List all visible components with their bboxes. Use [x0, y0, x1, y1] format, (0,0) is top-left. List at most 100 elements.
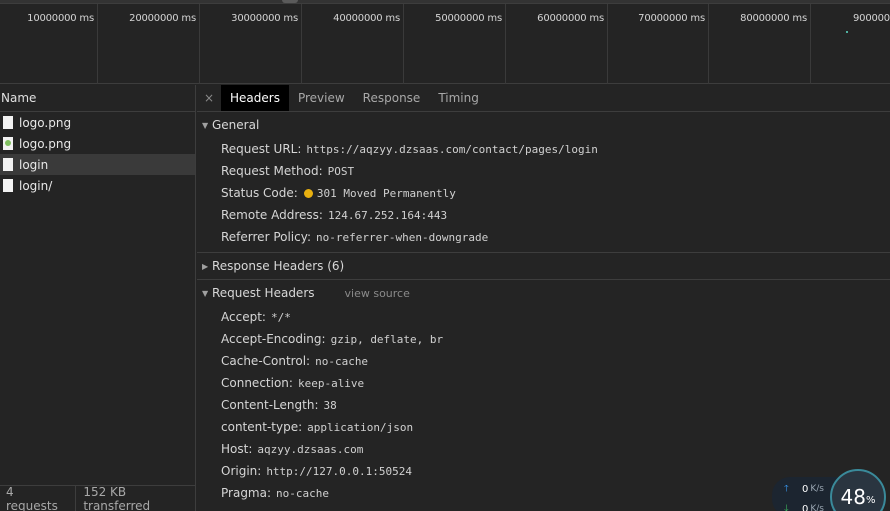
file-icon: [3, 116, 13, 129]
network-speed-widget[interactable]: 🡑 0 K/s 🡓 0 K/s 48%: [772, 469, 890, 511]
header-row: Request Method: POST: [197, 160, 890, 182]
header-value: gzip, deflate, br: [330, 332, 444, 346]
header-value: keep-alive: [297, 376, 365, 390]
close-icon[interactable]: ×: [197, 85, 221, 111]
memory-usage-ring[interactable]: 48%: [830, 469, 886, 511]
header-key: Request Method:: [221, 164, 323, 178]
triangle-down-icon: ▼: [202, 288, 209, 298]
timeline-tick: 50000000 ms: [404, 4, 506, 84]
header-row: Accept: */*: [197, 306, 890, 328]
header-row: Host: aqzyy.dzsaas.com: [197, 438, 890, 460]
header-key: Host:: [221, 442, 253, 456]
header-value: no-cache: [315, 354, 369, 368]
header-value: */*: [270, 310, 291, 324]
timeline-scroll-handle[interactable]: [282, 0, 298, 3]
timeline-tick: 30000000 ms: [200, 4, 302, 84]
request-headers-toggle[interactable]: ▼ Request Headers view source: [197, 280, 890, 306]
tick-label: 50000000 ms: [435, 13, 502, 24]
general-section-toggle[interactable]: ▼ General: [197, 112, 890, 138]
header-row: Accept-Encoding: gzip, deflate, br: [197, 328, 890, 350]
header-value: application/json: [307, 420, 414, 434]
header-row: Connection: keep-alive: [197, 372, 890, 394]
tick-label: 9000000: [853, 13, 890, 24]
timeline-overview[interactable]: 10000000 ms 20000000 ms 30000000 ms 4000…: [0, 0, 890, 84]
timeline-tick: 40000000 ms: [302, 4, 404, 84]
section-title: Response Headers (6): [212, 259, 345, 273]
file-icon: [3, 179, 13, 192]
section-title: Request Headers: [212, 286, 315, 300]
request-headers-section: ▼ Request Headers view source Accept: */*…: [197, 280, 890, 504]
header-row: Remote Address: 124.67.252.164:443: [197, 204, 890, 226]
request-row[interactable]: logo.png: [0, 133, 195, 154]
transferred-size: 152 KB transferred: [83, 484, 151, 511]
header-value: https://aqzyy.dzsaas.com/contact/pages/l…: [306, 142, 598, 156]
header-key: content-type:: [221, 420, 303, 434]
response-headers-section: ▶ Response Headers (6): [197, 253, 890, 280]
header-key: Status Code:: [221, 186, 298, 200]
tick-label: 30000000 ms: [231, 13, 298, 24]
section-title: General: [212, 118, 260, 132]
divider: [75, 485, 77, 511]
arrow-up-icon: 🡑: [784, 484, 789, 494]
header-value: aqzyy.dzsaas.com: [257, 442, 364, 456]
header-value: no-referrer-when-downgrade: [316, 230, 489, 244]
tick-label: 10000000 ms: [27, 13, 94, 24]
request-name: login: [19, 157, 49, 172]
header-key: Referrer Policy:: [221, 230, 311, 244]
header-key: Remote Address:: [221, 208, 323, 222]
tab-timing[interactable]: Timing: [429, 85, 488, 111]
timeline-tick: 20000000 ms: [98, 4, 200, 84]
header-key: Accept:: [221, 310, 266, 324]
header-key: Origin:: [221, 464, 262, 478]
timeline-request-marker: [846, 31, 848, 33]
detail-tabs: × Headers Preview Response Timing: [197, 85, 890, 112]
header-key: Pragma:: [221, 486, 272, 500]
request-detail-panel: × Headers Preview Response Timing ▼ Gene…: [197, 85, 890, 511]
timeline-tick: 60000000 ms: [506, 4, 608, 84]
tick-label: 40000000 ms: [333, 13, 400, 24]
header-row: Content-Length: 38: [197, 394, 890, 416]
arrow-down-icon: 🡓: [784, 504, 789, 511]
status-code-value: 301 Moved Permanently: [316, 186, 456, 200]
percent-sign: %: [865, 494, 876, 506]
header-key: Content-Length:: [221, 398, 319, 412]
header-key: Request URL:: [221, 142, 302, 156]
request-list-panel: Name logo.png logo.png login login/ 4 re…: [0, 85, 196, 511]
response-headers-toggle[interactable]: ▶ Response Headers (6): [197, 253, 890, 279]
timeline-tick: 80000000 ms: [709, 4, 811, 84]
tick-label: 80000000 ms: [740, 13, 807, 24]
request-row[interactable]: login/: [0, 175, 195, 196]
header-key: Cache-Control:: [221, 354, 311, 368]
speed-unit: K/s: [810, 484, 824, 494]
tab-preview[interactable]: Preview: [289, 85, 354, 111]
header-row: content-type: application/json: [197, 416, 890, 438]
header-value: no-cache: [276, 486, 329, 500]
header-key: Connection:: [221, 376, 293, 390]
request-row-selected[interactable]: login: [0, 154, 195, 175]
header-row: Request URL: https://aqzyy.dzsaas.com/co…: [197, 138, 890, 160]
download-speed: 🡓 0 K/s: [784, 501, 824, 511]
speed-unit: K/s: [810, 504, 824, 511]
tab-headers[interactable]: Headers: [221, 85, 289, 111]
header-value: POST: [327, 164, 355, 178]
request-row[interactable]: logo.png: [0, 112, 195, 133]
general-section: ▼ General Request URL: https://aqzyy.dzs…: [197, 112, 890, 253]
status-bar: 4 requests 152 KB transferred: [0, 485, 195, 511]
upload-speed: 🡑 0 K/s: [784, 481, 824, 497]
header-value: 38: [323, 398, 337, 412]
name-column-header[interactable]: Name: [0, 85, 195, 112]
view-source-link[interactable]: view source: [345, 287, 410, 300]
request-name: login/: [19, 178, 53, 193]
triangle-right-icon: ▶: [202, 261, 209, 271]
tab-response[interactable]: Response: [354, 85, 430, 111]
header-row: Cache-Control: no-cache: [197, 350, 890, 372]
header-key: Accept-Encoding:: [221, 332, 326, 346]
tick-label: 60000000 ms: [537, 13, 604, 24]
timeline-tick: 70000000 ms: [608, 4, 709, 84]
triangle-down-icon: ▼: [202, 120, 209, 130]
request-name: logo.png: [19, 115, 72, 130]
tick-label: 70000000 ms: [638, 13, 705, 24]
header-row: Referrer Policy: no-referrer-when-downgr…: [197, 226, 890, 248]
timeline-tick: 10000000 ms: [0, 4, 98, 84]
request-name: logo.png: [19, 136, 72, 151]
